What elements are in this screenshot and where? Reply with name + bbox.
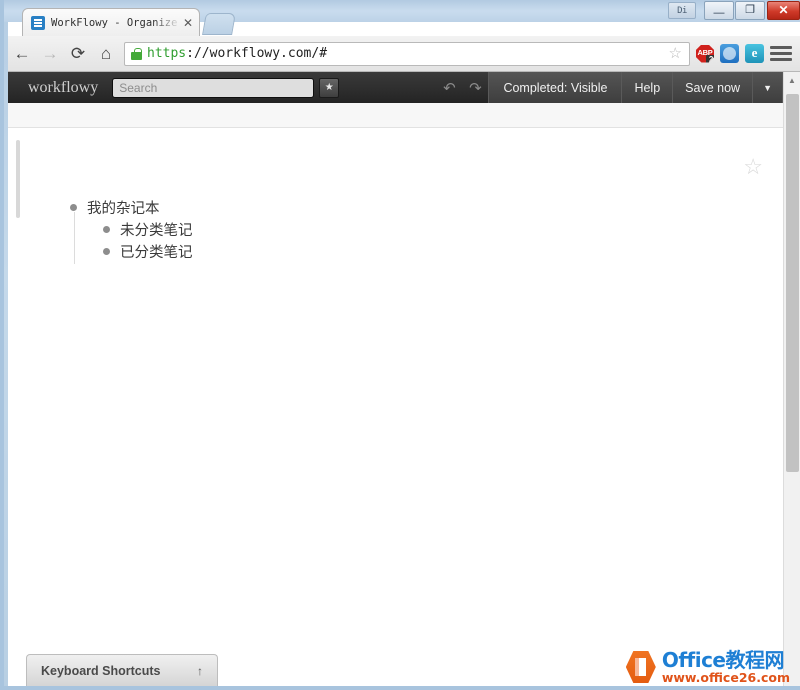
tab-title: WorkFlowy - Organize yo	[51, 17, 181, 29]
url-text: https://workflowy.com/#	[147, 46, 666, 61]
tab-strip: WorkFlowy - Organize yo ✕	[8, 8, 800, 36]
bullet-icon[interactable]	[103, 226, 110, 233]
tab-workflowy[interactable]: WorkFlowy - Organize yo ✕	[22, 8, 200, 36]
save-now-button[interactable]: Save now	[672, 72, 752, 103]
scrollbar-thumb[interactable]	[786, 94, 799, 472]
workflowy-logo[interactable]: workflowy	[28, 79, 98, 97]
outline-item-label: 已分类笔记	[120, 241, 193, 262]
keyboard-shortcuts-button[interactable]: Keyboard Shortcuts ↑	[26, 654, 218, 686]
hamburger-line	[770, 58, 792, 61]
navigation-toolbar: ← → ⟳ ⌂ https://workflowy.com/# ☆ ABP 2 …	[8, 36, 800, 72]
browser-chrome: WorkFlowy - Organize yo ✕ ← → ⟳ ⌂ https:…	[8, 22, 800, 686]
adblock-plus-icon[interactable]: ABP 2	[696, 45, 714, 63]
workflowy-page: ☆ 我的杂记本 未分类笔记 已分类笔记	[8, 128, 783, 686]
forward-button[interactable]: →	[36, 40, 64, 68]
address-bar[interactable]: https://workflowy.com/# ☆	[124, 42, 690, 66]
blue-extension-icon[interactable]	[720, 44, 739, 63]
browser-window: Di — ❐ ✕ WorkFlowy - Organize yo ✕ ← → ⟳…	[0, 0, 800, 690]
office-logo-icon	[626, 651, 656, 683]
starred-filter-button[interactable]: ★	[319, 78, 339, 98]
outline-item-label: 我的杂记本	[87, 197, 160, 218]
teal-extension-icon[interactable]: e	[745, 44, 764, 63]
chrome-menu-icon[interactable]	[770, 44, 792, 64]
lock-icon	[131, 48, 142, 60]
url-scheme: https	[147, 46, 186, 61]
page-top-strip	[8, 103, 783, 128]
outline-tree: 我的杂记本 未分类笔记 已分类笔记	[70, 196, 193, 262]
workflowy-favicon-icon	[31, 16, 45, 30]
home-button[interactable]: ⌂	[92, 40, 120, 68]
account-menu-caret-icon[interactable]: ▼	[752, 72, 782, 103]
outline-guide-line	[74, 212, 75, 264]
undo-button[interactable]: ↶	[436, 79, 462, 97]
hamburger-line	[770, 46, 792, 49]
redo-button[interactable]: ↷	[462, 79, 488, 97]
office26-watermark: Office教程网 www.office26.com	[626, 650, 790, 684]
keyboard-shortcuts-label: Keyboard Shortcuts	[41, 664, 197, 678]
outline-item-uncategorized[interactable]: 未分类笔记	[103, 218, 193, 240]
watermark-title: Office教程网	[662, 650, 790, 671]
vertical-scrollbar[interactable]: ▲	[783, 72, 800, 686]
page-star-icon[interactable]: ☆	[743, 156, 763, 178]
outline-item-categorized[interactable]: 已分类笔记	[103, 240, 193, 262]
back-button[interactable]: ←	[8, 40, 36, 68]
search-input[interactable]	[112, 78, 314, 98]
watermark-text: Office教程网 www.office26.com	[662, 650, 790, 684]
bullet-icon[interactable]	[103, 248, 110, 255]
help-button[interactable]: Help	[621, 72, 672, 103]
workflowy-toolbar: workflowy ★ ↶ ↷ Completed: Visible Help …	[8, 72, 800, 103]
tab-close-icon[interactable]: ✕	[181, 16, 195, 30]
url-rest: ://workflowy.com/#	[186, 46, 327, 61]
left-rail	[16, 140, 20, 218]
scroll-up-icon[interactable]: ▲	[784, 72, 800, 89]
arrow-up-icon: ↑	[197, 664, 203, 678]
outline-children: 未分类笔记 已分类笔记	[103, 218, 193, 262]
outline-item-label: 未分类笔记	[120, 219, 193, 240]
watermark-url: www.office26.com	[662, 671, 790, 684]
bullet-icon[interactable]	[70, 204, 77, 211]
new-tab-button[interactable]	[202, 13, 236, 35]
hamburger-line	[770, 52, 792, 55]
reload-button[interactable]: ⟳	[64, 40, 92, 68]
outline-root-item[interactable]: 我的杂记本	[70, 196, 193, 218]
adblock-plus-badge: 2	[706, 55, 716, 65]
completed-visibility-button[interactable]: Completed: Visible	[488, 72, 621, 103]
bookmark-star-icon[interactable]: ☆	[666, 46, 685, 62]
